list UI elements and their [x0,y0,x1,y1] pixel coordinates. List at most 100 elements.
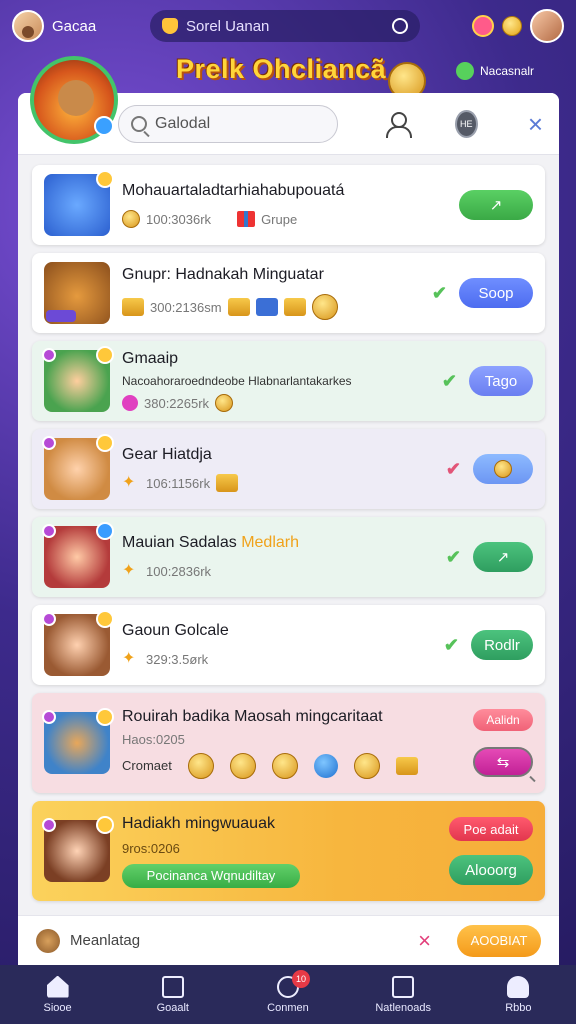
hero-tag[interactable]: Nacasnalr [456,62,534,80]
progress-banner: Pocinanca Wqnudiltay [122,863,300,888]
list-item[interactable]: Gear Hiatdja ✦ 106:1156rk ✔ [32,429,545,509]
close-button[interactable]: × [528,111,543,137]
chart-icon [392,975,415,998]
top-bar: Gacaa Sorel Uanan [0,0,576,52]
tab-stats[interactable]: Natlenoads [363,975,443,1014]
item-tag: Poe adait [449,817,533,841]
blocks-icon [255,298,278,316]
profile-name: Gacaa [52,17,97,35]
search-field[interactable] [118,104,338,143]
tab-home[interactable]: Siooe [18,975,98,1014]
coin-badge-icon [96,346,114,364]
list-item[interactable]: Gmaaip Nacoahoraroedndeobe Hlabnarlantak… [32,341,545,421]
coin-stack-icon [283,298,306,316]
coin-icon [494,460,512,478]
item-thumbnail [42,522,114,588]
item-tag: Aalidn [473,709,533,731]
level-badge-icon [42,436,56,450]
tab-label: Goaalt [156,1001,189,1014]
gold-coin-icon [271,752,298,779]
check-icon: ✔ [443,634,459,655]
action-button[interactable]: Soop [459,278,533,308]
check-icon: ✔ [445,458,461,479]
friend-avatar[interactable] [530,9,564,43]
level-badge-icon [42,710,56,724]
notification-badge: 10 [291,969,310,988]
tab-profile[interactable]: Rbbo [478,975,558,1014]
search-input[interactable] [155,114,325,133]
badge-icon [36,928,60,953]
search-doc-icon [161,975,184,998]
item-amount: 100:3036rk [146,211,212,227]
item-amount: 106:1156rk [146,475,211,491]
badge-icon [96,522,114,540]
tab-label: Conmen [267,1001,309,1014]
action-button[interactable]: Tago [469,366,533,396]
coin-badge-icon [96,434,114,452]
bottom-tab-bar: Siooe Goaalt 10 Conmen Natlenoads Rbbo [0,965,576,1024]
hero-character-avatar[interactable] [30,56,118,144]
ring-icon[interactable] [392,18,408,34]
search-icon [131,115,147,132]
list-item[interactable]: Mauian Sadalas Medlarh ✦ 100:2836rk ✔ ↗ [32,517,545,597]
tab-search[interactable]: Goaalt [133,975,213,1014]
verified-check-icon [94,116,114,136]
item-thumbnail [42,610,114,676]
dollar-icon [456,62,474,80]
item-amount: 329:3.5ørk [146,651,209,667]
action-button[interactable]: ↗ [459,190,533,220]
sparkle-icon: ✦ [122,650,136,667]
badge-icon[interactable] [472,15,494,37]
item-thumbnail [42,708,114,774]
list-item[interactable]: Hadiakh mingwuauak 9ros:0206 Pocinanca W… [32,801,545,901]
tab-label: Rbbo [505,1001,532,1014]
coin-icon [215,394,234,412]
home-icon [46,975,69,998]
reward-coins: Cromaet [122,752,533,779]
coin-stack-icon [122,298,144,316]
list-item[interactable]: Mohauartaladtarhiahabupouatá 100:3036rk … [32,165,545,245]
coin-badge-icon [96,816,114,834]
footer-text: Meanlatag [70,932,141,949]
coin-icon [122,210,140,228]
top-right-group [472,9,564,43]
hero-title: Prelk Ohcliancã [176,54,387,84]
coin-badge-icon [96,170,114,188]
action-button[interactable]: ⇆ [473,747,533,777]
main-panel: HE × Mohauartaladtarhiahabupouatá 100:30… [18,93,559,1018]
item-extra: Grupe [261,211,298,227]
coin-stack-icon [395,756,418,775]
item-meta-code: Haos:0205 [122,731,185,747]
action-button[interactable]: Alooorg [449,855,533,885]
item-amount: 100:2836rk [146,563,212,579]
tab-compass[interactable]: 10 Conmen [248,969,328,1014]
hero-tag-label: Nacasnalr [480,64,535,78]
action-button[interactable]: Rodlr [471,630,533,660]
user-icon[interactable] [384,111,412,138]
gift-icon [237,211,256,227]
coin-icon [502,16,522,36]
footer-button[interactable]: AOOBIAT [457,924,541,957]
coin-stack-icon [216,474,239,492]
top-search-bar[interactable]: Sorel Uanan [150,10,420,42]
dismiss-button[interactable]: × [418,928,431,954]
action-button[interactable]: ↗ [473,542,533,572]
profile-avatar[interactable] [12,10,44,42]
gem-icon [122,395,138,411]
settings-circle-button[interactable]: HE [454,109,478,138]
item-thumbnail [42,434,114,500]
gold-coin-icon [353,752,380,779]
item-title-highlight: Medlarh [241,534,299,551]
sparkle-icon: ✦ [122,474,136,491]
action-button[interactable] [473,454,533,484]
list-item[interactable]: Gaoun Golcale ✦ 329:3.5ørk ✔ Rodlr [32,605,545,685]
tab-label: Siooe [43,1001,72,1014]
item-title: Rouirah badika Maosah mingcaritaat [122,707,383,725]
bell-icon [162,18,178,34]
item-thumbnail [42,346,114,412]
list-item[interactable]: Gnupr: Hadnakah Minguatar 300:2136sm ✔ S… [32,253,545,333]
person-icon [507,975,530,998]
coin-stack-icon [227,298,250,316]
list-item[interactable]: Rouirah badika Maosah mingcaritaat Haos:… [32,693,545,793]
top-search-text: Sorel Uanan [186,17,270,35]
